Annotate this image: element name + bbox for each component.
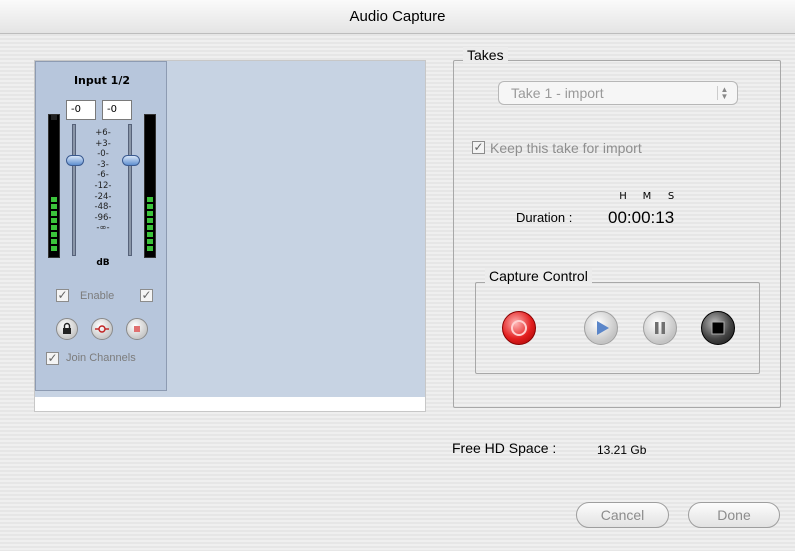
link-icon <box>95 325 109 333</box>
record-button[interactable] <box>502 311 536 345</box>
scale-tick: -0- <box>97 149 109 160</box>
scale-tick: +6- <box>95 128 111 138</box>
enable-left-checkbox[interactable]: ✓ <box>56 289 69 302</box>
db-unit-label: dB <box>96 258 110 268</box>
gain-left-field[interactable]: -0 <box>66 100 96 120</box>
meter-segment <box>147 204 153 209</box>
meter-segment <box>51 211 57 216</box>
level-meter-left <box>48 114 60 258</box>
scale-tick: -12- <box>94 180 112 191</box>
enable-label: Enable <box>80 290 115 302</box>
db-scale: +6- +3- -0- -3- -6- -12- -24- -48- -96- … <box>82 128 124 234</box>
window-title: Audio Capture <box>0 0 795 34</box>
meter-segment <box>147 225 153 230</box>
input-channel-strip: Input 1/2 -0 -0 +6- +3- -0- -3- -6- -12-… <box>35 61 167 391</box>
scale-tick: -96- <box>94 212 112 223</box>
lock-icon <box>63 322 71 334</box>
lock-button[interactable] <box>56 318 78 340</box>
keep-take-checkbox[interactable]: ✓ <box>472 141 485 154</box>
join-channels-label: Join Channels <box>66 352 136 364</box>
pause-icon <box>655 322 665 334</box>
gain-right-field[interactable]: -0 <box>102 100 132 120</box>
meter-segment <box>51 225 57 230</box>
mixer-background: Input 1/2 -0 -0 +6- +3- -0- -3- -6- -12-… <box>35 61 425 397</box>
meter-segment <box>51 218 57 223</box>
scale-tick: -3- <box>97 159 109 170</box>
meter-segment <box>51 204 57 209</box>
duration-value: 00:00:13 <box>608 208 675 227</box>
meter-segment <box>147 218 153 223</box>
mute-icon <box>134 326 140 332</box>
fader-right[interactable] <box>122 155 140 166</box>
hms-header: HMS <box>612 191 684 202</box>
enable-right-checkbox[interactable]: ✓ <box>140 289 153 302</box>
takes-title: Takes <box>463 47 508 63</box>
stop-button[interactable] <box>701 311 735 345</box>
level-meter-right <box>144 114 156 258</box>
meter-segment <box>51 197 57 202</box>
done-button[interactable]: Done <box>688 502 780 528</box>
minutes-label: M <box>642 191 654 202</box>
take-select-value: Take 1 - import <box>511 85 604 101</box>
meter-segment <box>147 246 153 251</box>
hours-label: H <box>619 191 629 202</box>
meter-segment <box>147 211 153 216</box>
link-channels-button[interactable] <box>91 318 113 340</box>
meter-segment <box>51 246 57 251</box>
scale-tick: +3- <box>95 138 111 149</box>
scale-tick: -6- <box>97 170 109 181</box>
meter-segment <box>147 232 153 237</box>
updown-arrows-icon: ▲ ▼ <box>717 86 731 101</box>
keep-take-label: Keep this take for import <box>490 140 642 156</box>
meter-segment <box>51 239 57 244</box>
scale-tick: -∞- <box>96 223 110 234</box>
take-select[interactable]: Take 1 - import ▲ ▼ <box>498 81 738 105</box>
free-space-label: Free HD Space : <box>452 440 557 456</box>
seconds-label: S <box>667 191 677 202</box>
meter-segment <box>147 239 153 244</box>
scale-tick: -24- <box>94 191 112 202</box>
mute-button[interactable] <box>126 318 148 340</box>
meter-segment <box>51 232 57 237</box>
join-channels-checkbox[interactable]: ✓ <box>46 352 59 365</box>
strip-title: Input 1/2 <box>73 74 131 87</box>
cancel-button[interactable]: Cancel <box>576 502 669 528</box>
play-icon <box>597 321 609 335</box>
scale-tick: -48- <box>94 202 112 213</box>
audio-capture-window: Audio Capture Input 1/2 -0 -0 +6- +3- -0… <box>0 0 795 551</box>
meter-peak-left <box>51 115 57 120</box>
capture-control-title: Capture Control <box>485 268 592 284</box>
meter-segment <box>147 197 153 202</box>
stop-icon <box>711 321 725 335</box>
play-button[interactable] <box>584 311 618 345</box>
fader-track-right <box>128 124 132 256</box>
mixer-panel: Input 1/2 -0 -0 +6- +3- -0- -3- -6- -12-… <box>34 60 426 412</box>
free-space-value: 13.21 Gb <box>597 443 647 457</box>
duration-label: Duration : <box>516 210 573 225</box>
pause-button[interactable] <box>643 311 677 345</box>
fader-track-left <box>72 124 76 256</box>
record-icon <box>511 320 527 336</box>
